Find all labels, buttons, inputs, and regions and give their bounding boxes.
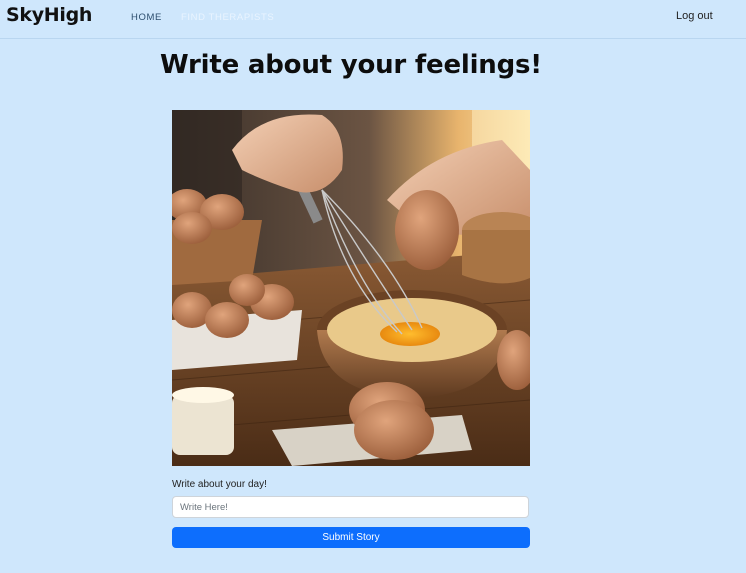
hero-image xyxy=(172,110,530,466)
brand-logo[interactable]: SkyHigh xyxy=(6,4,92,26)
page-title: Write about your feelings! xyxy=(160,50,542,80)
story-input[interactable] xyxy=(172,496,529,518)
submit-story-button[interactable]: Submit Story xyxy=(172,527,530,548)
nav-link-home[interactable]: HOME xyxy=(131,12,162,23)
navbar: SkyHigh HOME FIND THERAPISTS Log out xyxy=(0,0,746,39)
story-label: Write about your day! xyxy=(172,479,267,490)
nav-link-find-therapists[interactable]: FIND THERAPISTS xyxy=(181,12,274,23)
logout-link[interactable]: Log out xyxy=(676,10,713,22)
